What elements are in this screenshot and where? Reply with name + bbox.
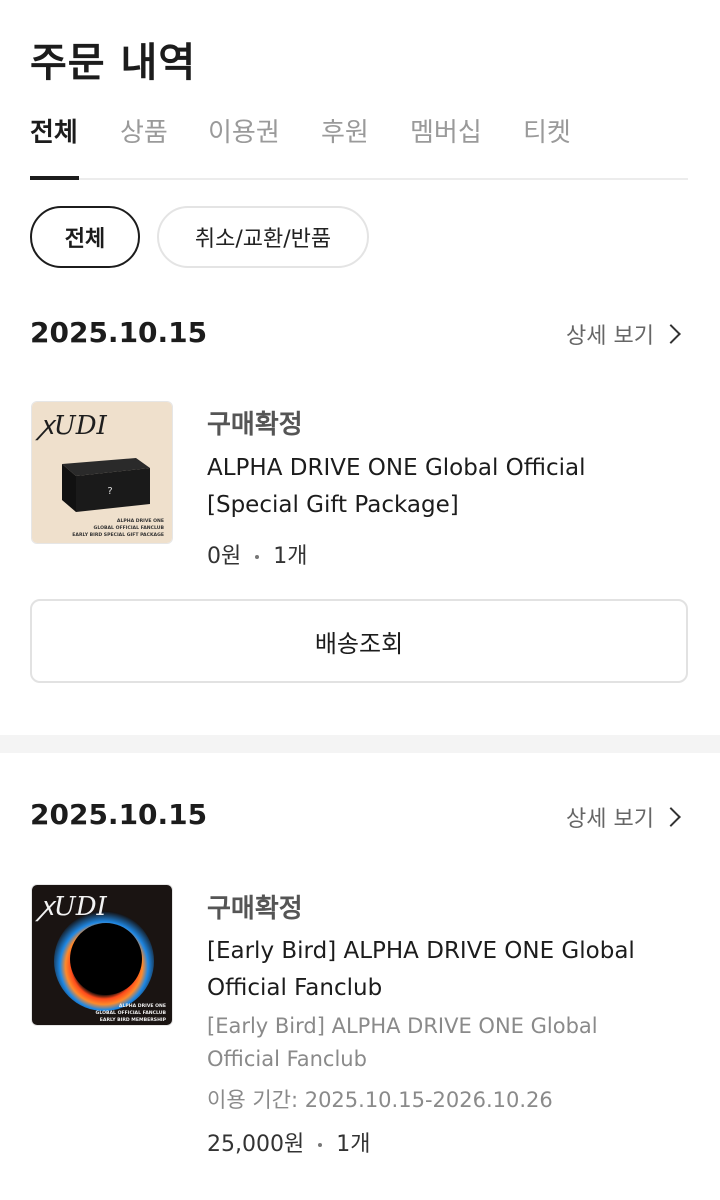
membership-image: ꭗUDI ALPHA DRIVE ONE GLOBAL OFFICIAL FAN… xyxy=(32,885,172,1025)
product-name[interactable]: [Early Bird] ALPHA DRIVE ONE Global Offi… xyxy=(207,933,677,1007)
chevron-right-icon xyxy=(661,324,681,344)
quantity: 1개 xyxy=(273,544,308,569)
price-quantity: 25,000원 1개 xyxy=(207,1126,370,1158)
product-option: [Early Bird] ALPHA DRIVE ONE Global Offi… xyxy=(207,1014,598,1071)
tab-all[interactable]: 전체 xyxy=(30,112,78,149)
tab-products[interactable]: 상품 xyxy=(120,112,168,149)
thumb-logo: ꭗUDI xyxy=(35,892,108,922)
tab-tickets[interactable]: 티켓 xyxy=(523,112,571,149)
filter-all-chip[interactable]: 전체 xyxy=(30,206,140,268)
price: 0원 xyxy=(207,544,242,569)
separator-dot xyxy=(255,555,260,559)
tab-bar: 전체 상품 이용권 후원 멤버십 티켓 xyxy=(30,108,688,180)
order-detail-link[interactable]: 상세 보기 xyxy=(566,318,684,350)
separator-dot xyxy=(318,1143,323,1147)
svg-text:ALPHA DRIVE ONE: ALPHA DRIVE ONE xyxy=(119,1003,166,1009)
track-shipping-button[interactable]: 배송조회 xyxy=(30,599,688,683)
tab-sponsorship[interactable]: 후원 xyxy=(321,112,369,149)
price: 25,000원 xyxy=(207,1132,305,1157)
svg-text:GLOBAL OFFICIAL FANCLUB: GLOBAL OFFICIAL FANCLUB xyxy=(96,1010,167,1016)
gift-package-image: ꭗUDI ? ALPHA DRIVE ONE GLOBAL OFFICIAL F… xyxy=(32,402,172,543)
product-thumbnail[interactable]: ꭗUDI ? ALPHA DRIVE ONE GLOBAL OFFICIAL F… xyxy=(31,401,173,544)
svg-text:GLOBAL OFFICIAL FANCLUB: GLOBAL OFFICIAL FANCLUB xyxy=(94,525,165,531)
svg-text:EARLY BIRD MEMBERSHIP: EARLY BIRD MEMBERSHIP xyxy=(100,1017,167,1023)
order-detail-link[interactable]: 상세 보기 xyxy=(566,801,684,833)
order-status: 구매확정 xyxy=(207,410,303,440)
chevron-right-icon xyxy=(661,807,681,827)
product-name[interactable]: ALPHA DRIVE ONE Global Official [Special… xyxy=(207,450,677,524)
thumb-logo: ꭗUDI xyxy=(35,411,108,441)
order-date: 2025.10.15 xyxy=(30,316,208,349)
price-quantity: 0원 1개 xyxy=(207,538,308,570)
quantity: 1개 xyxy=(336,1132,371,1157)
section-divider xyxy=(0,735,720,753)
usage-period: 이용 기간: 2025.10.15-2026.10.26 xyxy=(207,1088,553,1112)
tab-membership[interactable]: 멤버십 xyxy=(410,112,482,149)
tab-passes[interactable]: 이용권 xyxy=(208,112,280,149)
page-title: 주문 내역 xyxy=(30,40,197,86)
svg-text:ALPHA DRIVE ONE: ALPHA DRIVE ONE xyxy=(117,518,164,524)
order-date: 2025.10.15 xyxy=(30,798,208,831)
order-status: 구매확정 xyxy=(207,894,303,924)
active-tab-indicator xyxy=(30,176,79,180)
svg-text:EARLY BIRD SPECIAL GIFT PACKAG: EARLY BIRD SPECIAL GIFT PACKAGE xyxy=(72,532,164,538)
detail-label: 상세 보기 xyxy=(566,807,654,832)
detail-label: 상세 보기 xyxy=(566,324,654,349)
filter-cancel-exchange-return-chip[interactable]: 취소/교환/반품 xyxy=(157,206,369,268)
product-thumbnail[interactable]: ꭗUDI ALPHA DRIVE ONE GLOBAL OFFICIAL FAN… xyxy=(31,884,173,1026)
thumb-mark: ? xyxy=(107,486,112,497)
